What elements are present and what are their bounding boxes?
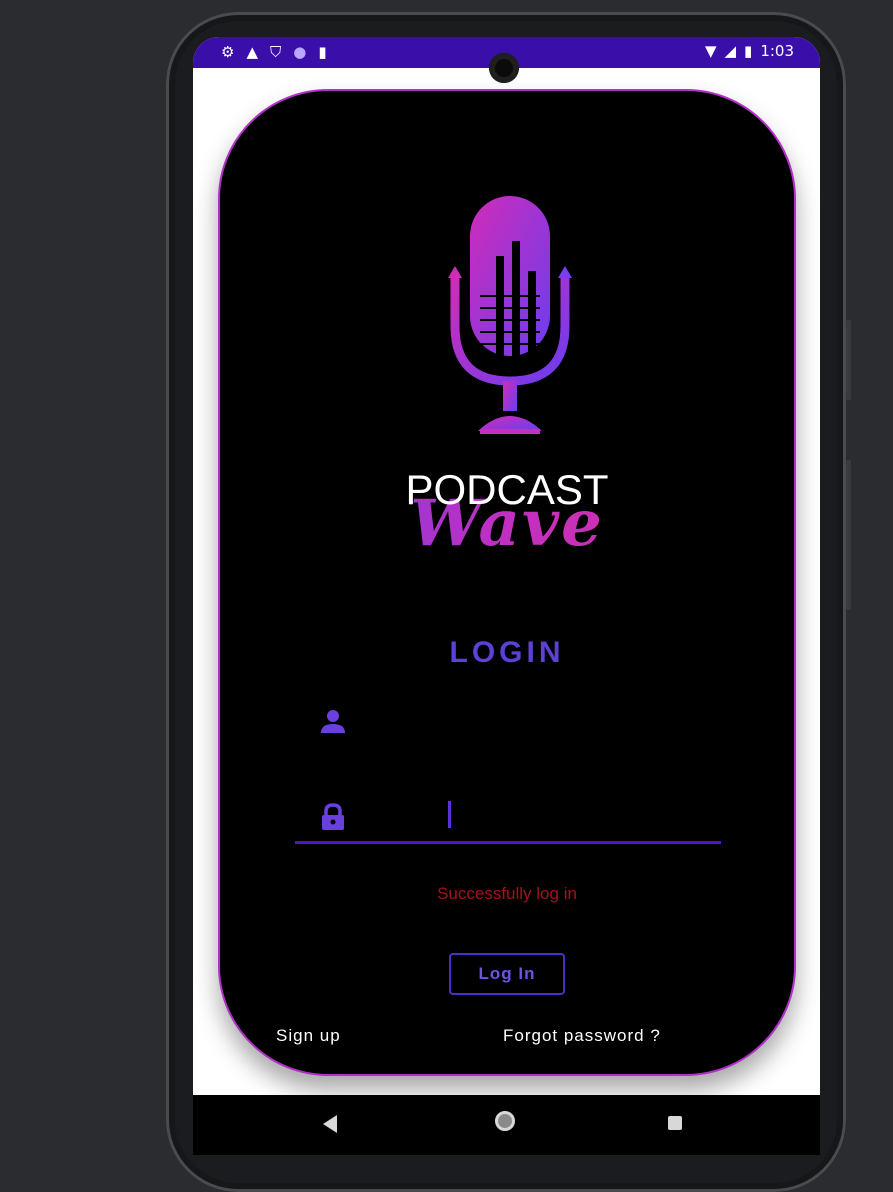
warning-icon: ▲ [246, 43, 258, 61]
user-icon [321, 710, 345, 733]
status-time: 1:03 [760, 42, 794, 60]
wifi-icon: ▼ [704, 42, 717, 60]
brand-wordmark: PODCAST [405, 466, 609, 513]
login-button[interactable]: Log In [449, 953, 565, 995]
text-cursor [448, 801, 451, 828]
lock-icon [322, 803, 344, 830]
back-icon[interactable] [323, 1115, 337, 1133]
microphone-logo-icon [448, 196, 572, 434]
circle-icon: ● [293, 43, 307, 61]
login-title: LOGIN [449, 636, 565, 669]
shield-icon: ⛉ [270, 43, 282, 61]
password-input[interactable] [390, 797, 724, 839]
forgot-password-link[interactable]: Forgot password ? [503, 1026, 661, 1046]
volume-button [846, 320, 851, 400]
password-underline [295, 841, 721, 844]
sign-up-link[interactable]: Sign up [276, 1026, 341, 1046]
login-card: Wave PODCAST LOGIN Successfully log in L… [218, 89, 796, 1076]
gear-icon: ⚙ [221, 43, 235, 61]
app-screen: ⚙ ▲ ⛉ ● ▮ ▼ ◢ ▮ 1:03 Wave PODCAST LOGIN … [193, 37, 820, 1147]
sd-card-icon: ▮ [318, 43, 327, 61]
navigation-bar [193, 1095, 820, 1155]
login-status-message: Successfully log in [437, 884, 577, 903]
recents-icon[interactable] [668, 1116, 682, 1130]
home-icon[interactable] [495, 1111, 515, 1131]
power-button [846, 460, 851, 610]
username-input[interactable] [390, 703, 724, 745]
battery-icon: ▮ [744, 42, 753, 60]
signal-icon: ◢ [724, 42, 737, 60]
front-camera [489, 53, 519, 83]
